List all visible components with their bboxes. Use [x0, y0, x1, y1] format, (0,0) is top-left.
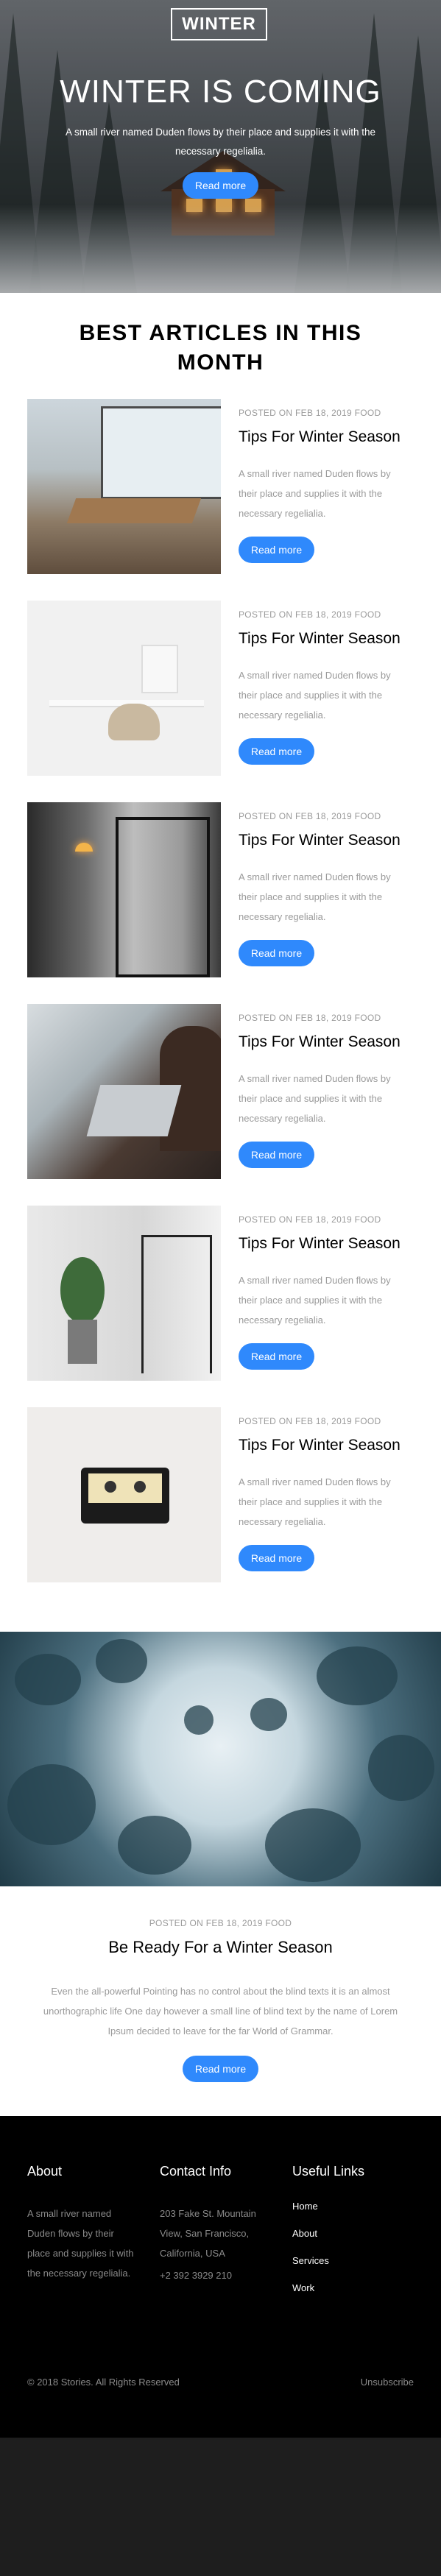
feature-post-meta: POSTED ON FEB 18, 2019 FOOD: [149, 1918, 292, 1928]
footer: About A small river named Duden flows by…: [0, 2116, 441, 2438]
article-title[interactable]: Tips For Winter Season: [239, 1437, 401, 1454]
article-title[interactable]: Tips For Winter Season: [239, 428, 401, 446]
article-text: A small river named Duden flows by their…: [239, 871, 391, 922]
article-meta: POSTED ON FEB 18, 2019 FOOD: [239, 1013, 381, 1023]
footer-about: About A small river named Duden flows by…: [27, 2164, 145, 2283]
article-meta: POSTED ON FEB 18, 2019 FOOD: [239, 609, 381, 620]
article-card: POSTED ON FEB 18, 2019 FOOD Tips For Win…: [27, 1407, 414, 1582]
footer-link-work[interactable]: Work: [292, 2274, 410, 2301]
footer-about-heading: About: [27, 2164, 63, 2179]
article-text: A small river named Duden flows by their…: [239, 1275, 391, 1326]
article-text: A small river named Duden flows by their…: [239, 1476, 391, 1527]
article-card: POSTED ON FEB 18, 2019 FOOD Tips For Win…: [27, 1206, 414, 1381]
footer-contact-phone[interactable]: +2 392 3929 210: [160, 2265, 281, 2285]
article-read-more-button[interactable]: Read more: [239, 940, 314, 966]
unsubscribe-link[interactable]: Unsubscribe: [361, 2377, 414, 2388]
article-card: POSTED ON FEB 18, 2019 FOOD Tips For Win…: [27, 601, 414, 776]
article-meta: POSTED ON FEB 18, 2019 FOOD: [239, 811, 381, 821]
footer-contact-heading: Contact Info: [160, 2164, 232, 2179]
newsletter-page: WINTER WINTER IS COMING A small river na…: [0, 0, 441, 2576]
article-text: A small river named Duden flows by their…: [239, 468, 391, 519]
article-image[interactable]: [27, 399, 221, 574]
article-read-more-button[interactable]: Read more: [239, 537, 314, 563]
site-logo[interactable]: WINTER: [171, 8, 267, 40]
footer-link-home[interactable]: Home: [292, 2193, 410, 2220]
article-read-more-button[interactable]: Read more: [239, 1142, 314, 1168]
article-read-more-button[interactable]: Read more: [239, 1343, 314, 1370]
footer-about-text: A small river named Duden flows by their…: [27, 2208, 134, 2279]
article-title[interactable]: Tips For Winter Season: [239, 1235, 401, 1253]
article-meta: POSTED ON FEB 18, 2019 FOOD: [239, 1214, 381, 1225]
article-image[interactable]: [27, 601, 221, 776]
footer-link-about[interactable]: About: [292, 2220, 410, 2247]
footer-link-services[interactable]: Services: [292, 2247, 410, 2274]
footer-contact-address: 203 Fake St. Mountain View, San Francisc…: [160, 2208, 256, 2259]
article-title[interactable]: Tips For Winter Season: [239, 630, 401, 648]
hero-text: A small river named Duden flows by their…: [66, 127, 375, 157]
article-card: POSTED ON FEB 18, 2019 FOOD Tips For Win…: [27, 399, 414, 574]
footer-copyright: © 2018 Stories. All Rights Reserved: [27, 2377, 180, 2388]
page-bottom-background: [0, 2438, 441, 2576]
article-meta: POSTED ON FEB 18, 2019 FOOD: [239, 408, 381, 418]
footer-contact: Contact Info 203 Fake St. Mountain View,…: [160, 2164, 281, 2285]
forest-aerial-image: [0, 1632, 441, 1886]
feature-post-text: Even the all-powerful Pointing has no co…: [43, 1986, 398, 2037]
article-title[interactable]: Tips For Winter Season: [239, 1033, 401, 1051]
article-image[interactable]: [27, 1407, 221, 1582]
article-image[interactable]: [27, 802, 221, 977]
article-meta: POSTED ON FEB 18, 2019 FOOD: [239, 1416, 381, 1426]
hero-title: WINTER IS COMING: [60, 74, 381, 110]
feature-read-more-button[interactable]: Read more: [183, 2056, 258, 2082]
article-read-more-button[interactable]: Read more: [239, 738, 314, 765]
article-card: POSTED ON FEB 18, 2019 FOOD Tips For Win…: [27, 802, 414, 977]
footer-links-heading: Useful Links: [292, 2164, 365, 2179]
footer-links: Useful Links Home About Services Work: [292, 2164, 410, 2301]
article-text: A small river named Duden flows by their…: [239, 670, 391, 721]
article-image[interactable]: [27, 1004, 221, 1179]
article-text: A small river named Duden flows by their…: [239, 1073, 391, 1124]
article-read-more-button[interactable]: Read more: [239, 1545, 314, 1571]
hero-banner: WINTER WINTER IS COMING A small river na…: [0, 0, 441, 293]
article-card: POSTED ON FEB 18, 2019 FOOD Tips For Win…: [27, 1004, 414, 1179]
article-title[interactable]: Tips For Winter Season: [239, 832, 401, 849]
feature-post-title[interactable]: Be Ready For a Winter Season: [0, 1938, 441, 1957]
article-image[interactable]: [27, 1206, 221, 1381]
section-title: BEST ARTICLES IN THIS MONTH: [79, 321, 362, 375]
hero-read-more-button[interactable]: Read more: [183, 172, 258, 199]
